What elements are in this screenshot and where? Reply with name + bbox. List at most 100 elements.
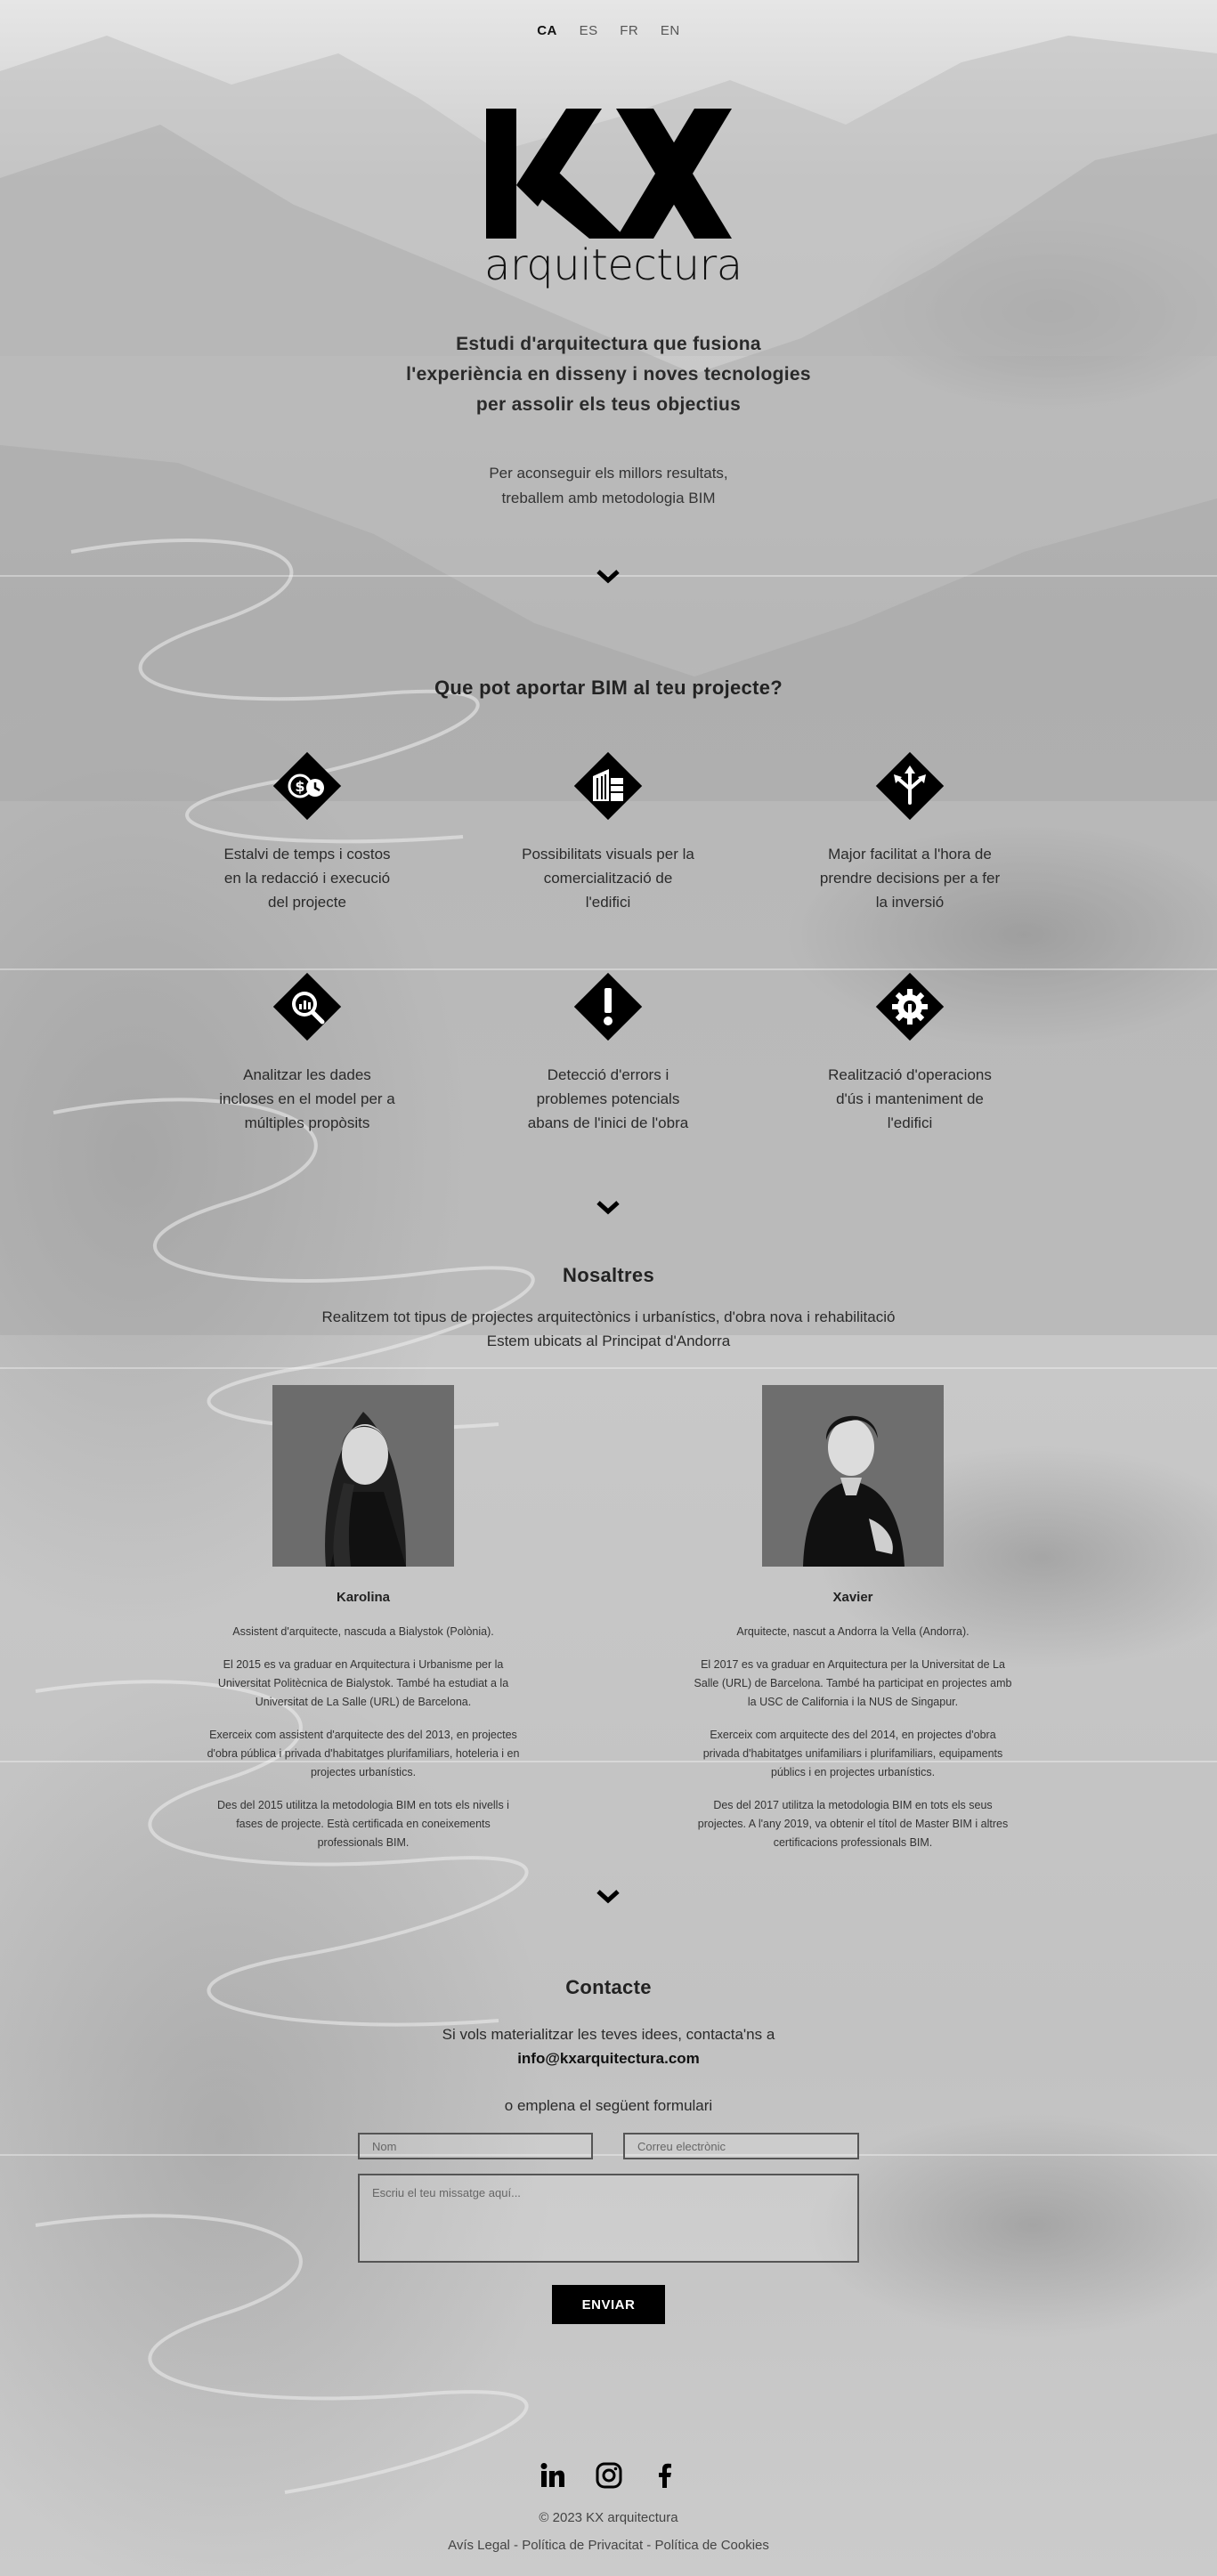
subline-line: Per aconseguir els millors resultats, xyxy=(489,465,728,482)
bio-line: projectes urbanístics. xyxy=(310,1766,417,1778)
maintenance-gear-icon xyxy=(870,967,950,1047)
feature-visualization: Possibilitats visuals per la comercialit… xyxy=(506,746,710,914)
about-line: Realitzem tot tipus de projectes arquite… xyxy=(321,1308,896,1325)
linkedin-icon[interactable] xyxy=(540,2462,566,2489)
feature-line: Realització d'operacions xyxy=(828,1066,992,1083)
bio-line: El 2017 es va graduar en Arquitectura pe… xyxy=(701,1658,1005,1671)
scroll-down-chevron-icon[interactable] xyxy=(595,1198,621,1216)
bio-line: Salle (URL) de Barcelona. També ha parti… xyxy=(694,1677,1012,1689)
bio-line: certificacions professionals BIM. xyxy=(773,1836,933,1849)
building-icon xyxy=(568,746,648,826)
team-member-karolina: Karolina Assistent d'arquitecte, nascuda… xyxy=(167,1385,559,1867)
subline-line: treballem amb metodologia BIM xyxy=(501,490,716,506)
feature-error-detection: Detecció d'errors i problemes potencials… xyxy=(506,967,710,1135)
savings-icon: $ xyxy=(267,746,347,826)
message-textarea[interactable] xyxy=(358,2174,859,2263)
bio-line: Assistent d'arquitecte, nascuda a Bialys… xyxy=(232,1625,494,1638)
privacy-policy-link[interactable]: Política de Privacitat xyxy=(522,2538,643,2553)
team-member-xavier: Xavier Arquitecte, nascut a Andorra la V… xyxy=(657,1385,1049,1867)
bio-line: Universitat de La Salle (URL) de Barcelo… xyxy=(255,1696,472,1708)
feature-line: abans de l'inici de l'obra xyxy=(527,1114,689,1131)
feature-line: Estalvi de temps i costos xyxy=(223,846,391,863)
footer-separator: - xyxy=(643,2538,655,2553)
feature-line: d'ús i manteniment de xyxy=(836,1090,984,1107)
footer-legal-links: Avís Legal - Política de Privacitat - Po… xyxy=(0,2538,1217,2553)
about-description: Realitzem tot tipus de projectes arquite… xyxy=(0,1305,1217,1353)
feature-maintenance: Realització d'operacions d'ús i mantenim… xyxy=(807,967,1012,1135)
contact-intro-text: Si vols materialitzar les teves idees, c… xyxy=(442,2026,775,2043)
contact-intro: Si vols materialitzar les teves idees, c… xyxy=(0,2022,1217,2070)
avatar xyxy=(272,1385,454,1567)
bio-line: públics i en projectes urbanístics. xyxy=(770,1766,936,1778)
feature-line: incloses en el model per a xyxy=(219,1090,395,1107)
bio-line: Arquitecte, nascut a Andorra la Vella (A… xyxy=(736,1625,970,1638)
feature-data-analysis: Analitzar les dades incloses en el model… xyxy=(205,967,410,1135)
logo-wordmark: arquitectura xyxy=(484,240,742,290)
feature-line: Analitzar les dades xyxy=(243,1066,371,1083)
bio-line: Des del 2015 utilitza la metodologia BIM… xyxy=(217,1799,509,1811)
svg-text:$: $ xyxy=(295,778,304,795)
warning-icon xyxy=(568,967,648,1047)
send-button[interactable]: ENVIAR xyxy=(552,2285,665,2324)
legal-notice-link[interactable]: Avís Legal xyxy=(448,2538,510,2553)
feature-line: en la redacció i execució xyxy=(223,870,391,887)
instagram-icon[interactable] xyxy=(596,2462,622,2489)
bio-line: la USC de California i la NUS de Singapu… xyxy=(747,1696,959,1708)
cookies-policy-link[interactable]: Política de Cookies xyxy=(654,2538,768,2553)
hero-tagline: Estudi d'arquitectura que fusiona l'expe… xyxy=(0,329,1217,420)
feature-line: del projecte xyxy=(268,894,346,911)
feature-line: l'edifici xyxy=(887,1114,933,1131)
hero-subline: Per aconseguir els millors resultats, tr… xyxy=(0,461,1217,511)
lang-en[interactable]: EN xyxy=(661,23,680,38)
contact-email-link[interactable]: info@kxarquitectura.com xyxy=(0,2046,1217,2070)
feature-line: Possibilitats visuals per la xyxy=(522,846,694,863)
social-links xyxy=(540,2462,678,2489)
feature-line: Major facilitat a l'hora de xyxy=(828,846,992,863)
footer-separator: - xyxy=(509,2538,523,2553)
contact-form-hint: o emplena el següent formulari xyxy=(504,2097,713,2114)
bio-line: d'obra pública i privada d'habitatges pl… xyxy=(207,1747,520,1760)
bio-line: Des del 2017 utilitza la metodologia BIM… xyxy=(713,1799,993,1811)
feature-line: Detecció d'errors i xyxy=(547,1066,669,1083)
name-input[interactable] xyxy=(358,2133,593,2159)
language-switcher: CA ES FR EN xyxy=(0,23,1217,38)
feature-line: múltiples propòsits xyxy=(244,1114,370,1131)
feature-savings: $ Estalvi de temps i costos en la redacc… xyxy=(205,746,410,914)
scroll-down-chevron-icon[interactable] xyxy=(595,567,621,585)
member-name: Xavier xyxy=(832,1590,873,1605)
lang-ca[interactable]: CA xyxy=(537,23,557,38)
member-bio: Arquitecte, nascut a Andorra la Vella (A… xyxy=(657,1623,1049,1852)
member-bio: Assistent d'arquitecte, nascuda a Bialys… xyxy=(167,1623,559,1852)
member-name: Karolina xyxy=(336,1590,390,1605)
contact-section-title: Contacte xyxy=(565,1976,652,1998)
bio-line: projectes. A l'any 2019, va obtenir el t… xyxy=(697,1818,1009,1830)
bio-line: fases de projecte. Està certificada en c… xyxy=(236,1818,491,1830)
bim-section-title: Que pot aportar BIM al teu projecte? xyxy=(434,676,783,699)
feature-decisions: Major facilitat a l'hora de prendre deci… xyxy=(807,746,1012,914)
lang-es[interactable]: ES xyxy=(580,23,598,38)
feature-line: problemes potencials xyxy=(536,1090,680,1107)
scroll-down-chevron-icon[interactable] xyxy=(595,1887,621,1905)
lang-fr[interactable]: FR xyxy=(620,23,638,38)
about-section-title: Nosaltres xyxy=(563,1264,654,1286)
tagline-line: Estudi d'arquitectura que fusiona xyxy=(456,334,761,354)
feature-line: comercialització de xyxy=(543,870,673,887)
bio-line: Exerceix com assistent d'arquitecte des … xyxy=(209,1729,517,1741)
bio-line: Exerceix com arquitecte des del 2014, en… xyxy=(710,1729,996,1741)
avatar xyxy=(762,1385,944,1567)
bio-line: El 2015 es va graduar en Arquitectura i … xyxy=(223,1658,504,1671)
bio-line: professionals BIM. xyxy=(317,1836,410,1849)
email-input[interactable] xyxy=(623,2133,859,2159)
bio-line: Universitat Politècnica de Bialystok. Ta… xyxy=(217,1677,509,1689)
feature-line: l'edifici xyxy=(585,894,631,911)
about-line: Estem ubicats al Principat d'Andorra xyxy=(486,1333,731,1349)
feature-line: la inversió xyxy=(875,894,945,911)
data-analysis-icon xyxy=(267,967,347,1047)
footer-copyright: © 2023 KX arquitectura xyxy=(539,2510,678,2525)
feature-line: prendre decisions per a fer xyxy=(819,870,1001,887)
tagline-line: per assolir els teus objectius xyxy=(475,394,742,415)
facebook-icon[interactable] xyxy=(652,2462,678,2489)
bio-line: privada d'habitatges unifamiliars i plur… xyxy=(702,1747,1003,1760)
decision-arrows-icon xyxy=(870,746,950,826)
tagline-line: l'experiència en disseny i noves tecnolo… xyxy=(406,364,811,385)
